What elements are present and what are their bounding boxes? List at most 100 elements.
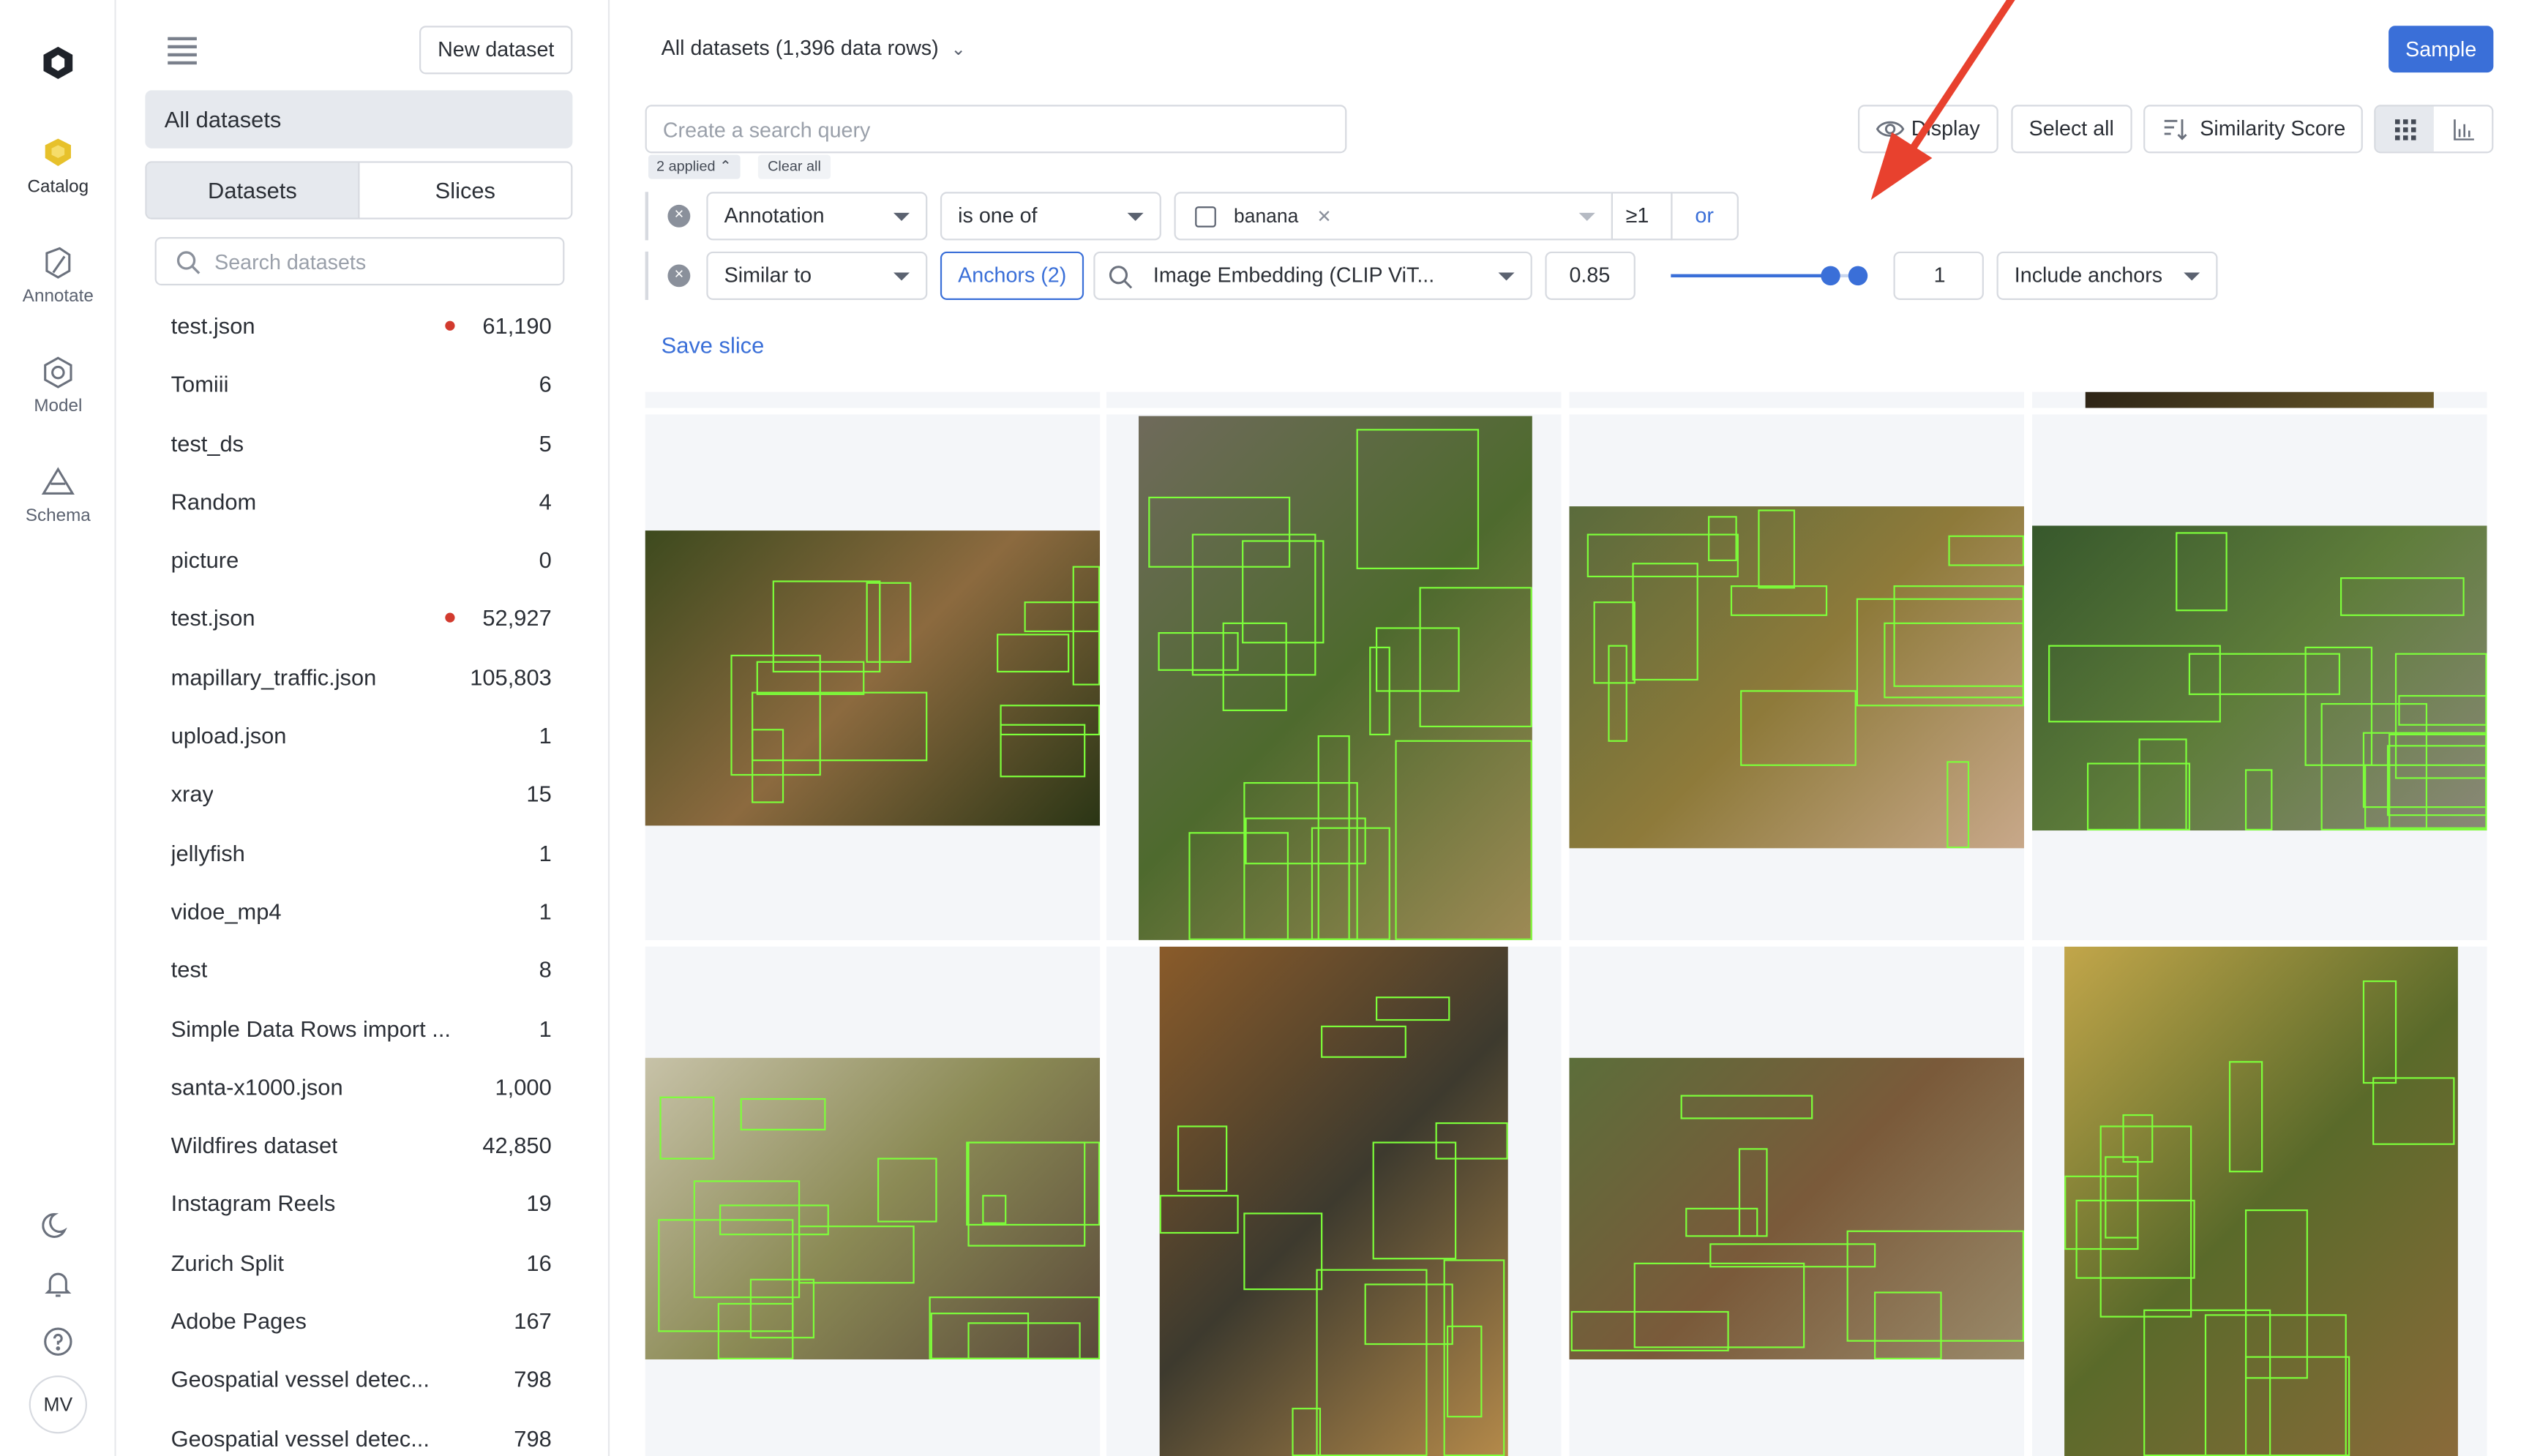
thumbnail-image[interactable] bbox=[1159, 946, 1508, 1456]
grid-cell[interactable] bbox=[1106, 946, 1562, 1456]
tab-datasets[interactable]: Datasets bbox=[146, 162, 360, 218]
thumbnail-image[interactable] bbox=[2064, 946, 2458, 1456]
nav-model[interactable]: Model bbox=[0, 355, 116, 416]
annotation-bbox bbox=[1731, 585, 1829, 615]
grid-cell[interactable] bbox=[645, 414, 1101, 940]
dataset-list-item[interactable]: upload.json 1 bbox=[145, 707, 577, 765]
filter-operator-select[interactable]: is one of bbox=[940, 192, 1161, 241]
dataset-list-item[interactable]: santa-x1000.json 1,000 bbox=[145, 1058, 577, 1117]
dataset-list-item[interactable]: Tomiii 6 bbox=[145, 356, 577, 414]
dataset-list-item[interactable]: vidoe_mp4 1 bbox=[145, 882, 577, 941]
dataset-name: Geospatial vessel detec... bbox=[171, 1366, 430, 1392]
dataset-list-item[interactable]: Geospatial vessel detec... 798 bbox=[145, 1409, 577, 1456]
dataset-list-item[interactable]: Zurich Split 16 bbox=[145, 1234, 577, 1292]
grid-cell[interactable] bbox=[1106, 391, 1562, 408]
dataset-list-item[interactable]: Simple Data Rows import ... 1 bbox=[145, 999, 577, 1058]
include-anchors-select[interactable]: Include anchors bbox=[1996, 251, 2218, 300]
thumbnail-image[interactable] bbox=[1569, 1057, 2025, 1359]
similarity-field-value: Similar to bbox=[724, 263, 812, 288]
filter-field-value: Annotation bbox=[724, 203, 825, 228]
dataset-selector[interactable]: All datasets (1,396 data rows) ⌄ bbox=[662, 35, 966, 59]
dataset-list-item[interactable]: Wildfires dataset 42,850 bbox=[145, 1117, 577, 1175]
thumbnail-image[interactable] bbox=[1569, 506, 2025, 849]
nav-schema[interactable]: Schema bbox=[0, 465, 116, 526]
analytics-view-button[interactable] bbox=[2434, 106, 2492, 151]
remove-filter-icon[interactable]: × bbox=[667, 204, 691, 228]
grid-cell[interactable] bbox=[2032, 946, 2487, 1456]
dataset-list-item[interactable]: test.json 61,190 bbox=[145, 297, 577, 356]
dataset-list-item[interactable]: jellyfish 1 bbox=[145, 824, 577, 882]
grid-cell[interactable] bbox=[645, 946, 1101, 1456]
thumbnail-image[interactable] bbox=[645, 1057, 1101, 1359]
dataset-list-item[interactable]: Random 4 bbox=[145, 473, 577, 531]
annotation-bbox bbox=[751, 691, 927, 761]
grid-cell[interactable] bbox=[1569, 946, 2025, 1456]
annotation-bbox bbox=[1000, 724, 1085, 777]
grid-cell[interactable] bbox=[645, 391, 1101, 408]
bell-icon bbox=[45, 1272, 72, 1297]
select-all-button[interactable]: Select all bbox=[2011, 105, 2132, 154]
grid-cell[interactable] bbox=[2032, 414, 2487, 940]
remove-filter-icon[interactable]: × bbox=[667, 264, 691, 288]
similarity-sort-button[interactable]: Similarity Score bbox=[2143, 105, 2364, 154]
min-count-select[interactable]: ≥1 bbox=[1611, 192, 1673, 241]
dataset-list-item[interactable]: picture 0 bbox=[145, 531, 577, 590]
include-anchors-value: Include anchors bbox=[2014, 263, 2163, 288]
user-avatar[interactable]: MV bbox=[29, 1376, 88, 1434]
all-datasets-item[interactable]: All datasets bbox=[145, 90, 573, 149]
embedding-select[interactable]: Image Embedding (CLIP ViT... bbox=[1093, 251, 1532, 300]
annotation-bbox bbox=[1419, 586, 1532, 728]
dataset-list-item[interactable]: mapillary_traffic.json 105,803 bbox=[145, 648, 577, 707]
chip-remove-icon[interactable]: ✕ bbox=[1316, 208, 1331, 227]
similarity-field-select[interactable]: Similar to bbox=[706, 251, 928, 300]
threshold-slider-handle[interactable] bbox=[1821, 266, 1840, 286]
new-dataset-button[interactable]: New dataset bbox=[419, 26, 573, 75]
dataset-list-item[interactable]: Geospatial vessel detec... 798 bbox=[145, 1351, 577, 1409]
save-slice-link[interactable]: Save slice bbox=[662, 332, 765, 358]
annotation-bbox bbox=[1686, 1207, 1758, 1237]
grid-cell[interactable] bbox=[1569, 414, 2025, 940]
dataset-list-item[interactable]: Instagram Reels 19 bbox=[145, 1175, 577, 1234]
thumbnail-image[interactable] bbox=[1139, 416, 1532, 940]
filter-value-select[interactable]: banana ✕ bbox=[1174, 192, 1613, 241]
app-logo-icon[interactable] bbox=[42, 45, 74, 80]
value-chip-banana[interactable]: banana ✕ bbox=[1188, 202, 1341, 233]
theme-toggle[interactable] bbox=[0, 1209, 116, 1250]
search-query-input[interactable] bbox=[646, 106, 1346, 152]
thumbnail-image[interactable] bbox=[645, 530, 1101, 826]
count-input[interactable]: 1 bbox=[1893, 251, 1984, 300]
dataset-list-item[interactable]: test.json 52,927 bbox=[145, 590, 577, 648]
notifications-button[interactable] bbox=[0, 1267, 116, 1307]
view-toggle bbox=[2374, 105, 2494, 154]
nav-annotate[interactable]: Annotate bbox=[0, 245, 116, 307]
annotation-bbox bbox=[1318, 735, 1350, 940]
grid-cell[interactable] bbox=[2032, 391, 2487, 408]
annotation-bbox bbox=[717, 1302, 793, 1359]
threshold-slider-end-handle[interactable] bbox=[1848, 266, 1868, 286]
dataset-list-item[interactable]: xray 15 bbox=[145, 765, 577, 824]
dataset-list-item[interactable]: test_ds 5 bbox=[145, 414, 577, 473]
tab-slices[interactable]: Slices bbox=[359, 162, 572, 218]
help-button[interactable] bbox=[0, 1326, 116, 1366]
grid-cell[interactable] bbox=[1569, 391, 2025, 408]
anchors-button[interactable]: Anchors (2) bbox=[940, 251, 1084, 300]
nav-catalog[interactable]: Catalog bbox=[0, 135, 116, 197]
filter-divider bbox=[645, 192, 649, 241]
filter-field-select[interactable]: Annotation bbox=[706, 192, 928, 241]
menu-icon[interactable] bbox=[168, 37, 197, 64]
clear-all-button[interactable]: Clear all bbox=[757, 154, 831, 179]
dataset-name: santa-x1000.json bbox=[171, 1073, 343, 1100]
or-button[interactable]: or bbox=[1671, 192, 1738, 241]
dataset-list-item[interactable]: test 8 bbox=[145, 941, 577, 999]
grid-view-button[interactable] bbox=[2375, 106, 2434, 152]
dataset-search-input[interactable] bbox=[214, 239, 553, 284]
threshold-input[interactable]: 0.85 bbox=[1545, 251, 1636, 300]
thumbnail-image[interactable] bbox=[2085, 391, 2434, 408]
sample-button[interactable]: Sample bbox=[2388, 26, 2494, 73]
annotation-bbox bbox=[2372, 1076, 2456, 1144]
annotation-bbox bbox=[1177, 1125, 1227, 1192]
dataset-list-item[interactable]: Adobe Pages 167 bbox=[145, 1292, 577, 1351]
thumbnail-image[interactable] bbox=[2032, 525, 2487, 831]
grid-cell[interactable] bbox=[1106, 414, 1562, 940]
applied-filters-toggle[interactable]: 2 applied ⌃ bbox=[648, 154, 740, 179]
